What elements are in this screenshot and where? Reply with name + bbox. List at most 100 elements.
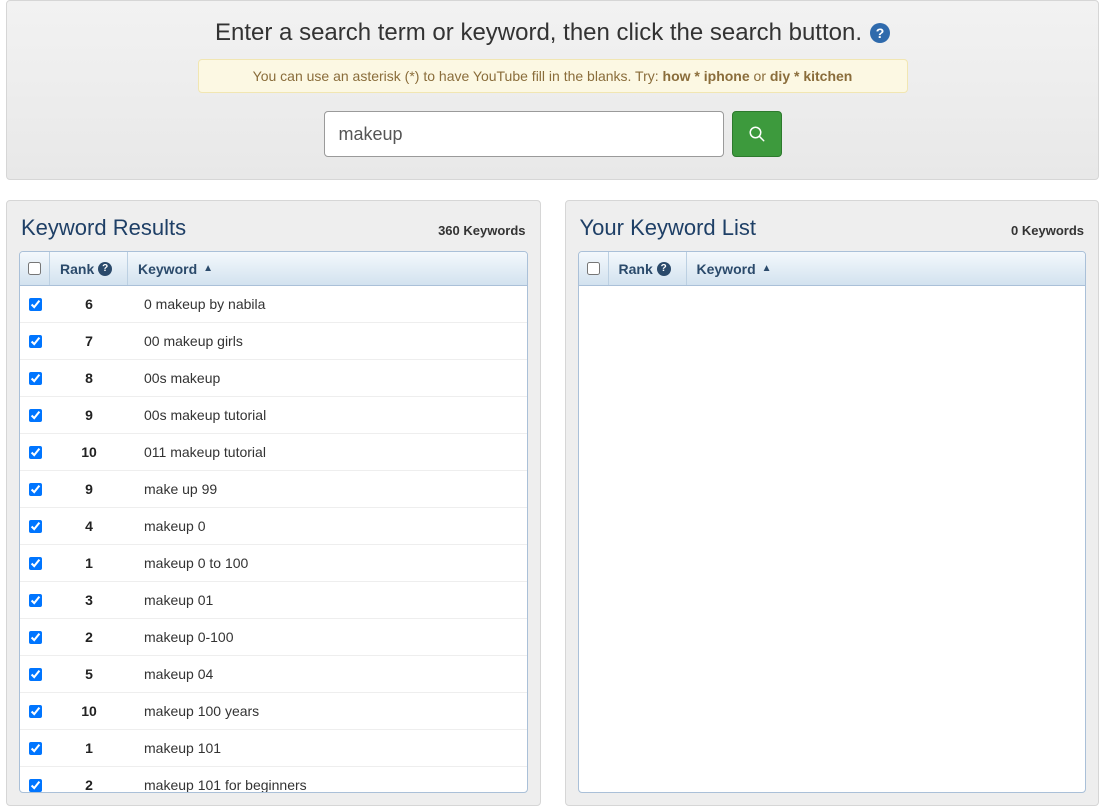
- row-check-cell: [20, 335, 50, 348]
- row-check-cell: [20, 668, 50, 681]
- list-table: Rank ? Keyword ▲: [578, 251, 1087, 793]
- row-check-cell: [20, 409, 50, 422]
- row-rank: 2: [50, 629, 128, 645]
- select-all-checkbox[interactable]: [587, 262, 600, 275]
- your-keyword-list-panel: Your Keyword List 0 Keywords Rank ? Keyw…: [565, 200, 1100, 806]
- table-row[interactable]: 10makeup 100 years: [20, 693, 527, 730]
- table-header: Rank ? Keyword ▲: [20, 252, 527, 286]
- row-rank: 7: [50, 333, 128, 349]
- row-rank: 1: [50, 740, 128, 756]
- row-rank: 1: [50, 555, 128, 571]
- panel-title: Your Keyword List: [580, 215, 757, 241]
- table-row[interactable]: 10011 makeup tutorial: [20, 434, 527, 471]
- hint-example-1: how * iphone: [663, 68, 750, 84]
- rank-label: Rank: [60, 261, 94, 277]
- table-row[interactable]: 4makeup 0: [20, 508, 527, 545]
- rank-label: Rank: [619, 261, 653, 277]
- row-keyword: 00s makeup tutorial: [128, 407, 527, 423]
- hint-bar: You can use an asterisk (*) to have YouT…: [198, 59, 908, 93]
- search-button[interactable]: [732, 111, 782, 157]
- search-panel: Enter a search term or keyword, then cli…: [6, 0, 1099, 180]
- row-check-cell: [20, 742, 50, 755]
- search-input[interactable]: [324, 111, 724, 157]
- select-all-checkbox[interactable]: [28, 262, 41, 275]
- table-row[interactable]: 60 makeup by nabila: [20, 286, 527, 323]
- row-check-cell: [20, 372, 50, 385]
- row-checkbox[interactable]: [29, 557, 42, 570]
- panels-row: Keyword Results 360 Keywords Rank ? Keyw…: [0, 200, 1105, 806]
- sort-asc-icon: ▲: [762, 263, 772, 274]
- row-checkbox[interactable]: [29, 520, 42, 533]
- row-checkbox[interactable]: [29, 631, 42, 644]
- rank-column-header[interactable]: Rank ?: [50, 252, 128, 285]
- row-check-cell: [20, 298, 50, 311]
- row-keyword: 011 makeup tutorial: [128, 444, 527, 460]
- sort-asc-icon: ▲: [203, 263, 213, 274]
- row-keyword: makeup 01: [128, 592, 527, 608]
- select-all-cell: [579, 252, 609, 285]
- row-check-cell: [20, 520, 50, 533]
- row-checkbox[interactable]: [29, 446, 42, 459]
- keyword-count: 0 Keywords: [1011, 223, 1084, 238]
- table-row[interactable]: 2makeup 101 for beginners: [20, 767, 527, 792]
- table-row[interactable]: 5makeup 04: [20, 656, 527, 693]
- search-icon: [748, 125, 766, 143]
- row-check-cell: [20, 557, 50, 570]
- table-row[interactable]: 1makeup 101: [20, 730, 527, 767]
- row-keyword: make up 99: [128, 481, 527, 497]
- row-rank: 3: [50, 592, 128, 608]
- row-checkbox[interactable]: [29, 409, 42, 422]
- table-row[interactable]: 700 makeup girls: [20, 323, 527, 360]
- row-rank: 10: [50, 444, 128, 460]
- page-title-row: Enter a search term or keyword, then cli…: [17, 19, 1088, 47]
- row-check-cell: [20, 483, 50, 496]
- row-keyword: makeup 101 for beginners: [128, 777, 527, 792]
- row-checkbox[interactable]: [29, 668, 42, 681]
- row-keyword: 00 makeup girls: [128, 333, 527, 349]
- table-header: Rank ? Keyword ▲: [579, 252, 1086, 286]
- row-keyword: makeup 0 to 100: [128, 555, 527, 571]
- row-checkbox[interactable]: [29, 779, 42, 792]
- help-icon[interactable]: ?: [98, 262, 112, 276]
- table-row[interactable]: 3makeup 01: [20, 582, 527, 619]
- page-title: Enter a search term or keyword, then cli…: [215, 19, 862, 47]
- row-checkbox[interactable]: [29, 594, 42, 607]
- row-checkbox[interactable]: [29, 335, 42, 348]
- row-checkbox[interactable]: [29, 372, 42, 385]
- row-rank: 2: [50, 777, 128, 792]
- row-rank: 9: [50, 407, 128, 423]
- table-row[interactable]: 2makeup 0-100: [20, 619, 527, 656]
- list-body[interactable]: [579, 286, 1086, 792]
- table-row[interactable]: 9make up 99: [20, 471, 527, 508]
- row-keyword: 0 makeup by nabila: [128, 296, 527, 312]
- row-checkbox[interactable]: [29, 705, 42, 718]
- help-icon[interactable]: ?: [657, 262, 671, 276]
- row-rank: 6: [50, 296, 128, 312]
- row-keyword: makeup 101: [128, 740, 527, 756]
- results-body[interactable]: 60 makeup by nabila700 makeup girls800s …: [20, 286, 527, 792]
- hint-example-2: diy * kitchen: [770, 68, 852, 84]
- row-checkbox[interactable]: [29, 483, 42, 496]
- table-row[interactable]: 900s makeup tutorial: [20, 397, 527, 434]
- row-keyword: makeup 0-100: [128, 629, 527, 645]
- row-checkbox[interactable]: [29, 298, 42, 311]
- row-check-cell: [20, 705, 50, 718]
- row-rank: 10: [50, 703, 128, 719]
- rank-column-header[interactable]: Rank ?: [609, 252, 687, 285]
- keyword-column-header[interactable]: Keyword ▲: [128, 252, 527, 285]
- row-check-cell: [20, 779, 50, 792]
- keyword-results-panel: Keyword Results 360 Keywords Rank ? Keyw…: [6, 200, 541, 806]
- keyword-label: Keyword: [697, 261, 756, 277]
- results-table: Rank ? Keyword ▲ 60 makeup by nabila700 …: [19, 251, 528, 793]
- keyword-count: 360 Keywords: [438, 223, 525, 238]
- table-row[interactable]: 800s makeup: [20, 360, 527, 397]
- panel-title: Keyword Results: [21, 215, 186, 241]
- keyword-column-header[interactable]: Keyword ▲: [687, 252, 1086, 285]
- keyword-label: Keyword: [138, 261, 197, 277]
- row-checkbox[interactable]: [29, 742, 42, 755]
- hint-text-prefix: You can use an asterisk (*) to have YouT…: [253, 68, 663, 84]
- row-check-cell: [20, 446, 50, 459]
- row-rank: 9: [50, 481, 128, 497]
- table-row[interactable]: 1makeup 0 to 100: [20, 545, 527, 582]
- help-icon[interactable]: ?: [870, 23, 890, 43]
